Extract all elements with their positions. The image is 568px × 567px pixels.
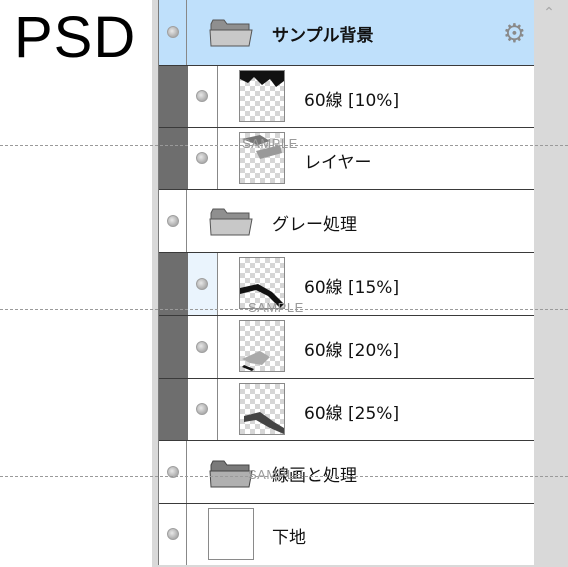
layer-name: サンプル背景: [272, 26, 374, 46]
layer-name: 60線 [10%]: [304, 91, 400, 111]
visibility-toggle[interactable]: [159, 441, 187, 503]
visibility-toggle[interactable]: [188, 128, 218, 189]
eye-dot-icon[interactable]: [196, 152, 208, 164]
layer-name: 下地: [272, 528, 306, 548]
eye-dot-icon[interactable]: [196, 403, 208, 415]
clipping-indicator: [159, 66, 188, 127]
eye-dot-icon[interactable]: [167, 26, 179, 38]
clipping-indicator: [159, 316, 188, 378]
layer-name: グレー処理: [272, 215, 357, 235]
eye-dot-icon[interactable]: [196, 278, 208, 290]
layer-row-lineart-group[interactable]: 線画と処理: [159, 441, 534, 504]
layer-name: 60線 [25%]: [304, 404, 400, 424]
layer-row-base[interactable]: 下地: [159, 504, 534, 565]
visibility-toggle[interactable]: [159, 190, 187, 252]
layer-row-60-25[interactable]: 60線 [25%]: [159, 379, 534, 441]
eye-dot-icon[interactable]: [196, 341, 208, 353]
visibility-toggle[interactable]: [188, 316, 218, 378]
watermark-text: SAMPLE: [242, 136, 298, 151]
layer-thumbnail: [239, 70, 285, 122]
folder-icon: [209, 208, 253, 236]
layer-name: 60線 [15%]: [304, 278, 400, 298]
clipping-indicator: [159, 379, 188, 440]
layer-row-60-15[interactable]: 60線 [15%]: [159, 253, 534, 316]
layer-list: サンプル背景 ⚙ 60線 [10%] レイヤー グレー処理 60線 [15%] …: [158, 0, 534, 565]
layer-name: レイヤー: [304, 153, 372, 173]
layer-row-gray-group[interactable]: グレー処理: [159, 190, 534, 253]
layer-name: 60線 [20%]: [304, 341, 400, 361]
watermark-text: SAMPLE: [248, 467, 304, 482]
visibility-toggle[interactable]: [188, 253, 218, 315]
clipping-indicator: [159, 128, 188, 189]
layer-row-layer[interactable]: レイヤー: [159, 128, 534, 190]
folder-icon: [209, 19, 253, 47]
layer-row-60-20[interactable]: 60線 [20%]: [159, 316, 534, 379]
layer-thumbnail: [208, 508, 254, 560]
eye-dot-icon[interactable]: [167, 528, 179, 540]
eye-dot-icon[interactable]: [167, 215, 179, 227]
chevron-up-icon[interactable]: ⌃: [540, 6, 558, 20]
psd-label: PSD: [14, 5, 137, 70]
clipping-indicator: [159, 253, 188, 315]
gear-icon[interactable]: ⚙: [503, 21, 526, 47]
layer-thumbnail: [239, 383, 285, 435]
layer-row-60-10[interactable]: 60線 [10%]: [159, 66, 534, 128]
watermark-text: SAMPLE: [248, 300, 304, 315]
visibility-toggle[interactable]: [188, 66, 218, 127]
folder-icon: [209, 460, 253, 488]
eye-dot-icon[interactable]: [196, 90, 208, 102]
visibility-toggle[interactable]: [188, 379, 218, 440]
visibility-toggle[interactable]: [159, 504, 187, 565]
visibility-toggle[interactable]: [159, 0, 187, 65]
layer-thumbnail: [239, 320, 285, 372]
layer-row-sample-bg[interactable]: サンプル背景 ⚙: [159, 0, 534, 66]
